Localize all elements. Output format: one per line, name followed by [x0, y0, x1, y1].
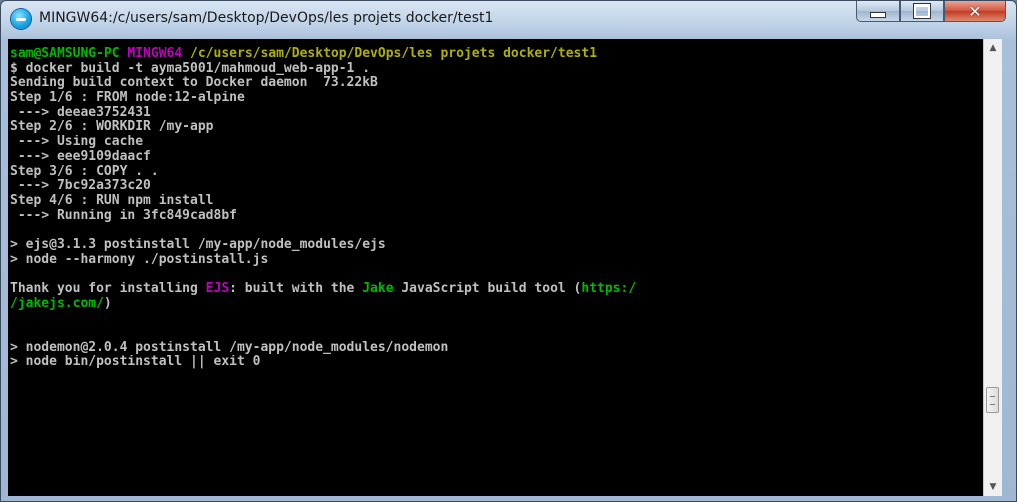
terminal-window: MINGW64:/c/users/sam/Desktop/DevOps/les … [0, 0, 1017, 502]
terminal-line: Step 4/6 : RUN npm install [10, 193, 214, 208]
jake-url-part1: https:/ [581, 282, 637, 296]
title-bar[interactable]: MINGW64:/c/users/sam/Desktop/DevOps/les … [1, 1, 1016, 39]
terminal-line: Step 3/6 : COPY . . [10, 164, 159, 179]
close-icon: ✕ [968, 1, 982, 21]
thanks-close: ) [103, 296, 112, 311]
prompt-user-host: sam@SAMSUNG-PC [10, 47, 120, 61]
mingw-terminal-icon[interactable] [11, 9, 31, 29]
maximize-icon [914, 4, 930, 18]
ejs-label: EJS [205, 282, 230, 296]
terminal-line: > nodemon@2.0.4 postinstall /my-app/node… [10, 340, 449, 355]
terminal-line: ---> 7bc92a373c20 [10, 179, 151, 194]
terminal-text: sam@SAMSUNG-PC MINGW64 /c/users/sam/Desk… [10, 47, 980, 370]
terminal-line: > node bin/postinstall || exit 0 [10, 355, 261, 370]
scrollbar-thumb[interactable] [986, 387, 999, 413]
minimize-button[interactable] [856, 1, 900, 22]
terminal-output-area[interactable]: sam@SAMSUNG-PC MINGW64 /c/users/sam/Desk… [8, 39, 1002, 496]
jake-label: Jake [362, 282, 394, 296]
vertical-scrollbar[interactable]: ▲ ▼ [983, 39, 1002, 496]
ejs-thanks-line: Thank you for installing EJS: built with… [10, 282, 980, 297]
jake-url-part2: /jakejs.com/ [10, 296, 104, 311]
terminal-line: > ejs@3.1.3 postinstall /my-app/node_mod… [10, 237, 386, 252]
close-button[interactable]: ✕ [944, 1, 1006, 22]
window-controls: ✕ [856, 1, 1006, 23]
terminal-line: ---> eee9109daacf [10, 149, 151, 164]
ejs-thanks-line-wrap: /jakejs.com/) [10, 297, 980, 312]
terminal-line: Step 2/6 : WORKDIR /my-app [10, 120, 214, 135]
thanks-suffix: JavaScript build tool ( [393, 282, 582, 296]
thanks-prefix: Thank you for installing [10, 282, 206, 296]
terminal-line: > node --harmony ./postinstall.js [10, 252, 269, 267]
scroll-up-arrow-icon[interactable]: ▲ [984, 39, 1002, 57]
terminal-line: ---> Running in 3fc849cad8bf [10, 208, 237, 223]
thanks-middle: : built with the [229, 282, 363, 296]
terminal-line: ---> deeae3752431 [10, 105, 151, 120]
terminal-line: Sending build context to Docker daemon 7… [10, 76, 378, 91]
maximize-button[interactable] [900, 1, 944, 22]
terminal-line: Step 1/6 : FROM node:12-alpine [10, 91, 245, 106]
prompt-env: MINGW64 [127, 47, 183, 61]
window-title: MINGW64:/c/users/sam/Desktop/DevOps/les … [39, 10, 494, 26]
terminal-line: ---> Using cache [10, 135, 144, 150]
prompt-path: /c/users/sam/Desktop/DevOps/les projets … [190, 47, 598, 61]
prompt-line: sam@SAMSUNG-PC MINGW64 /c/users/sam/Desk… [10, 47, 980, 62]
terminal-line: $ docker build -t ayma5001/mahmoud_web-a… [10, 61, 371, 76]
scroll-down-arrow-icon[interactable]: ▼ [984, 478, 1002, 496]
minimize-icon [870, 12, 886, 18]
